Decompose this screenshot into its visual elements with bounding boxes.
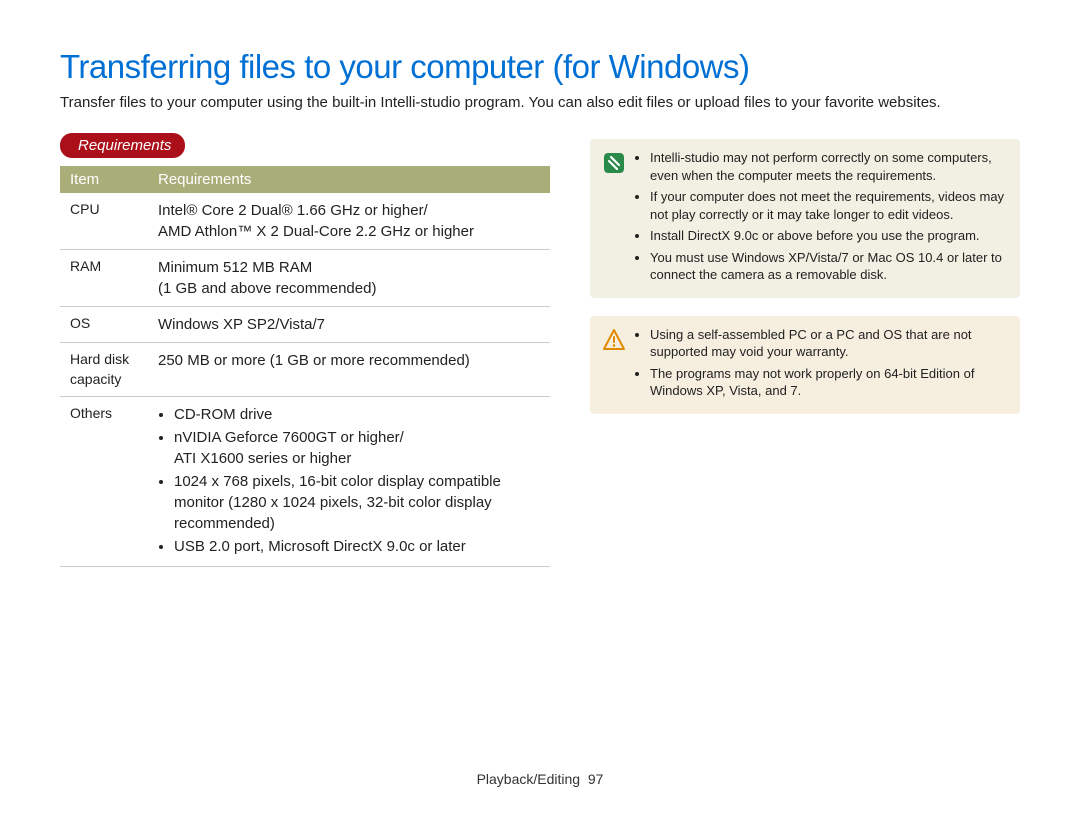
cpu-req: Intel® Core 2 Dual® 1.66 GHz or higher/ … xyxy=(148,193,550,250)
footer-page: 97 xyxy=(588,771,604,787)
table-header-item: Item xyxy=(60,166,148,193)
table-header-req: Requirements xyxy=(148,166,550,193)
intro-text: Transfer files to your computer using th… xyxy=(60,94,1020,111)
cpu-label: CPU xyxy=(60,193,148,250)
list-item: Install DirectX 9.0c or above before you… xyxy=(650,227,1008,245)
harddisk-label: Hard disk capacity xyxy=(60,343,148,397)
warning-icon xyxy=(602,328,626,352)
list-item: Using a self-assembled PC or a PC and OS… xyxy=(650,326,1008,361)
others-req: CD-ROM drive nVIDIA Geforce 7600GT or hi… xyxy=(148,397,550,567)
footer-section: Playback/Editing xyxy=(477,771,581,787)
table-row: Others CD-ROM drive nVIDIA Geforce 7600G… xyxy=(60,397,550,567)
page-footer: Playback/Editing 97 xyxy=(0,771,1080,787)
os-req: Windows XP SP2/Vista/7 xyxy=(148,307,550,343)
table-row: RAM Minimum 512 MB RAM (1 GB and above r… xyxy=(60,250,550,307)
info-icon xyxy=(602,151,626,175)
list-item: You must use Windows XP/Vista/7 or Mac O… xyxy=(650,249,1008,284)
ram-req: Minimum 512 MB RAM (1 GB and above recom… xyxy=(148,250,550,307)
ram-label: RAM xyxy=(60,250,148,307)
list-item: USB 2.0 port, Microsoft DirectX 9.0c or … xyxy=(174,536,540,557)
list-item: If your computer does not meet the requi… xyxy=(650,188,1008,223)
list-item: The programs may not work properly on 64… xyxy=(650,365,1008,400)
warning-note-box: Using a self-assembled PC or a PC and OS… xyxy=(590,316,1020,414)
requirements-table: Item Requirements CPU Intel® Core 2 Dual… xyxy=(60,166,550,567)
list-item: CD-ROM drive xyxy=(174,404,540,425)
info-note-box: Intelli-studio may not perform correctly… xyxy=(590,139,1020,298)
harddisk-req: 250 MB or more (1 GB or more recommended… xyxy=(148,343,550,397)
table-row: CPU Intel® Core 2 Dual® 1.66 GHz or high… xyxy=(60,193,550,250)
list-item: Intelli-studio may not perform correctly… xyxy=(650,149,1008,184)
page-title: Transferring files to your computer (for… xyxy=(60,48,1020,86)
table-row: OS Windows XP SP2/Vista/7 xyxy=(60,307,550,343)
requirements-label: Requirements xyxy=(60,133,185,158)
table-row: Hard disk capacity 250 MB or more (1 GB … xyxy=(60,343,550,397)
others-label: Others xyxy=(60,397,148,567)
list-item: nVIDIA Geforce 7600GT or higher/ ATI X16… xyxy=(174,427,540,469)
list-item: 1024 x 768 pixels, 16-bit color display … xyxy=(174,471,540,534)
os-label: OS xyxy=(60,307,148,343)
